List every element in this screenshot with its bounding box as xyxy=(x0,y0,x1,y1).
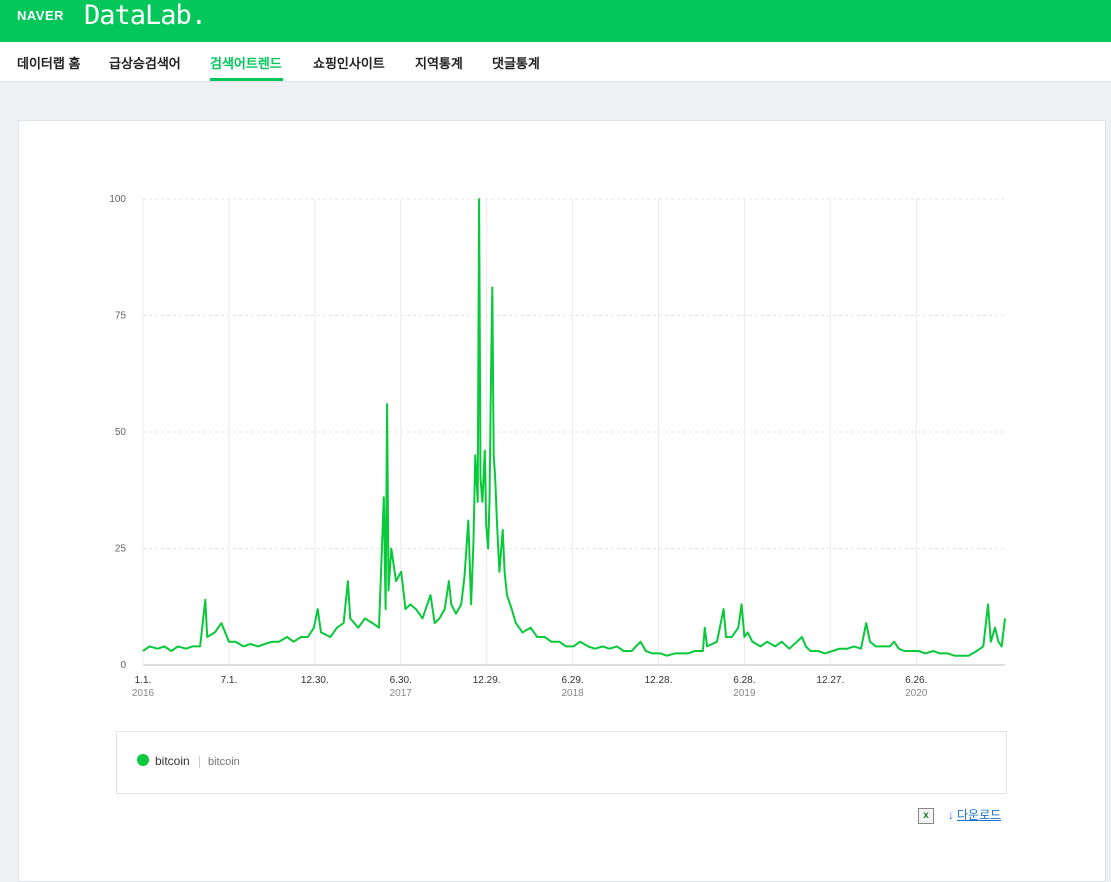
legend-series-keyword: bitcoin xyxy=(208,756,240,768)
x-tick-label: 6.29. xyxy=(561,675,583,686)
y-tick-label: 25 xyxy=(115,544,127,555)
x-tick-label: 7.1. xyxy=(221,675,238,686)
y-tick-label: 100 xyxy=(109,194,126,205)
download-arrow-icon: ↓ xyxy=(948,808,954,822)
y-tick-label: 75 xyxy=(115,311,127,322)
x-year-label: 2018 xyxy=(561,688,584,699)
x-tick-label: 12.29. xyxy=(473,675,501,686)
x-year-label: 2020 xyxy=(905,688,928,699)
y-tick-label: 50 xyxy=(115,427,127,438)
legend: bitcoin bitcoin xyxy=(116,731,1007,794)
legend-series-dot xyxy=(137,754,149,766)
excel-icon[interactable]: x xyxy=(918,808,934,824)
download-link[interactable]: ↓ 다운로드 xyxy=(948,806,1001,823)
x-tick-label: 12.30. xyxy=(301,675,329,686)
y-tick-label: 0 xyxy=(120,660,126,671)
x-year-label: 2019 xyxy=(733,688,756,699)
x-tick-label: 12.27. xyxy=(816,675,844,686)
legend-separator xyxy=(199,756,200,768)
x-tick-label: 1.1. xyxy=(135,675,152,686)
x-tick-label: 6.30. xyxy=(390,675,412,686)
download-label: 다운로드 xyxy=(957,808,1002,822)
x-year-label: 2017 xyxy=(390,688,413,699)
x-year-label: 2016 xyxy=(132,688,155,699)
legend-series-name: bitcoin xyxy=(155,754,190,768)
x-tick-label: 12.28. xyxy=(645,675,673,686)
series-line-bitcoin xyxy=(142,198,1006,657)
x-tick-label: 6.28. xyxy=(733,675,755,686)
x-tick-label: 6.26. xyxy=(905,675,927,686)
